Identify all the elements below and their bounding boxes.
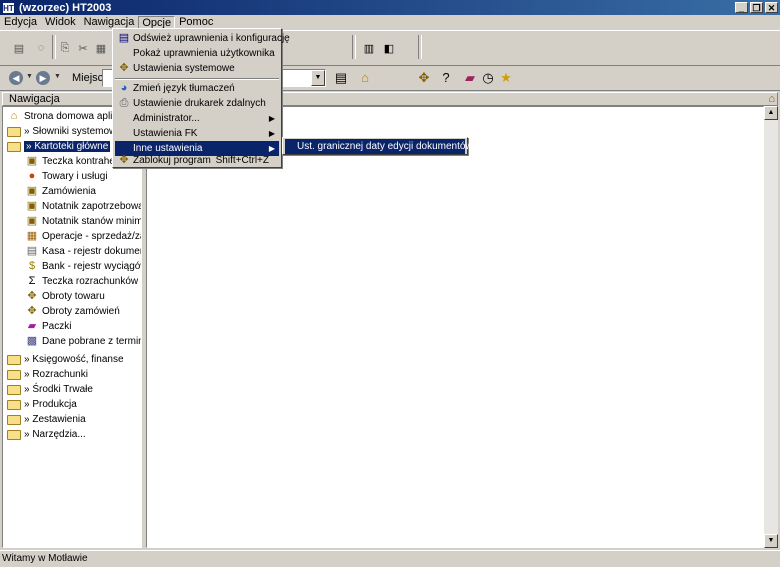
navigation-tree: ⌂ Strona domowa aplikacji » Słowniki syst… <box>2 106 142 548</box>
status-text: Witamy w Motławie <box>2 553 88 564</box>
refresh-permissions-icon: ▤ <box>118 32 130 44</box>
language-icon: ◕ <box>120 82 128 94</box>
menu-item-document-edit-date-limit[interactable]: Ust. granicznej daty edycji dokumentów <box>285 139 473 154</box>
home-icon[interactable]: ⌂ <box>357 70 373 86</box>
tree-item[interactable]: » Słowniki systemowe <box>7 124 122 139</box>
help-icon[interactable]: ? <box>438 70 454 86</box>
menu-edycja[interactable]: Edycja <box>0 16 41 30</box>
minimize-button[interactable]: _ <box>735 2 748 13</box>
forward-icon[interactable]: ▶ <box>36 71 50 85</box>
split-view-icon[interactable]: ◧ <box>380 39 398 57</box>
star-icon[interactable]: ★ <box>498 70 514 86</box>
restore-button[interactable]: ❐ <box>750 2 763 13</box>
properties-icon[interactable]: ▤ <box>10 39 28 57</box>
window-title: (wzorzec) HT2003 <box>19 1 112 14</box>
toolbar-separator <box>352 35 356 59</box>
tree-item[interactable]: » Zestawienia <box>7 412 86 427</box>
tree-item[interactable]: ▣ Notatnik zapotrzebowań <box>25 199 141 214</box>
chevron-down-icon[interactable]: ▼ <box>311 70 325 86</box>
turnover-icon: ✥ <box>27 290 37 302</box>
status-bar: Witamy w Motławie <box>0 550 780 567</box>
operations-icon: ▦ <box>26 230 38 242</box>
home-icon: ⌂ <box>10 110 18 122</box>
folder-open-icon <box>7 141 21 152</box>
forward-dropdown-icon[interactable]: ▼ <box>54 73 61 80</box>
menu-item-change-language[interactable]: ◕ Zmień język tłumaczeń <box>115 81 279 96</box>
lock-program-icon: ✥ <box>119 154 129 166</box>
menu-item-lock-program[interactable]: ✥ Zablokuj program Shift+Ctrl+Z <box>115 153 279 168</box>
scroll-up-icon[interactable]: ▲ <box>764 106 778 120</box>
content-panel <box>146 106 764 548</box>
tree-item[interactable]: ▦Operacje - sprzedaż/zak... <box>25 229 141 244</box>
submenu-arrow-icon: ▶ <box>268 114 275 123</box>
menu-item-fk-settings[interactable]: Ustawienia FK ▶ <box>115 126 279 141</box>
opcje-dropdown-menu: ▤ Odśwież uprawnienia i konfigurację Pok… <box>112 28 290 168</box>
close-button[interactable]: ✕ <box>765 2 778 13</box>
tree-item[interactable]: ▣ Zamówienia <box>25 184 96 199</box>
menu-item-show-permissions[interactable]: Pokaż uprawnienia użytkownika <box>115 46 279 61</box>
tree-item[interactable]: Σ Teczka rozrachunków <box>25 274 139 289</box>
shortcut-text: Shift+Ctrl+Z <box>215 155 269 166</box>
report-icon[interactable]: ▤ <box>333 70 349 86</box>
tree-item[interactable]: » Księgowość, finanse <box>7 352 124 367</box>
folder-icon <box>7 384 21 395</box>
folder-icon <box>7 399 21 410</box>
menu-item-remote-printers[interactable]: ⎙ Ustawienie drukarek zdalnych <box>115 96 279 111</box>
tree-item[interactable]: » Środki Trwałe <box>7 382 93 397</box>
menu-item-administrator[interactable]: Administrator... ▶ <box>115 111 279 126</box>
package-icon: ▰ <box>27 320 37 332</box>
scroll-down-icon[interactable]: ▼ <box>764 534 778 548</box>
tree-item[interactable]: ▰ Paczki <box>25 319 72 334</box>
books-icon[interactable]: ▰ <box>462 70 478 86</box>
folder-icon <box>7 369 21 380</box>
tree-item[interactable]: ✥ Obroty towaru <box>25 289 104 304</box>
system-settings-icon: ✥ <box>119 62 129 74</box>
tree-item[interactable]: » Kartoteki główne <box>7 139 111 154</box>
folder-contacts-icon: ▣ <box>26 155 38 167</box>
other-settings-submenu: Ust. granicznej daty edycji dokumentów <box>282 137 473 155</box>
cut-icon[interactable]: ✂ <box>74 39 92 57</box>
notebook-icon: ▣ <box>26 200 38 212</box>
tree-item[interactable]: ● Towary i usługi <box>25 169 108 184</box>
goods-icon: ● <box>28 170 36 182</box>
folder-icon <box>7 414 21 425</box>
notebook-icon: ▣ <box>26 215 38 227</box>
turnover-icon: ✥ <box>27 305 37 317</box>
tree-item[interactable]: ✥ Obroty zamówień <box>25 304 119 319</box>
tree-item[interactable]: » Rozrachunki <box>7 367 88 382</box>
clock-icon[interactable]: ◷ <box>480 70 496 86</box>
tree-item[interactable]: $Bank - rejestr wyciągów ... <box>25 259 141 274</box>
tree-item[interactable]: » Narzędzia... <box>7 427 86 442</box>
terminal-icon: ▩ <box>26 335 38 347</box>
paste-icon[interactable]: ▦ <box>92 39 110 57</box>
copy-icon[interactable]: ⎘ <box>56 39 74 57</box>
tree-item[interactable]: ▤Kasa - rejestr dokumentó... <box>25 244 141 259</box>
folder-icon <box>7 126 21 137</box>
document-list-icon[interactable]: ▥ <box>360 39 378 57</box>
menu-widok[interactable]: Widok <box>41 16 80 30</box>
printer-icon: ⎙ <box>119 97 129 109</box>
bank-icon: $ <box>28 260 36 272</box>
back-dropdown-icon[interactable]: ▼ <box>26 73 33 80</box>
orders-icon: ▣ <box>26 185 38 197</box>
vertical-scrollbar[interactable]: ▲ ▼ <box>764 106 778 548</box>
toolbar-separator <box>418 35 422 59</box>
submenu-arrow-icon: ▶ <box>268 129 275 138</box>
tree-item[interactable]: » Produkcja <box>7 397 77 412</box>
cash-register-icon: ▤ <box>26 245 38 257</box>
home-icon[interactable]: ⌂ <box>768 93 775 105</box>
tree-item[interactable]: ▩Dane pobrane z terminal... <box>25 334 141 349</box>
folder-icon <box>7 354 21 365</box>
sigma-icon: Σ <box>28 275 36 287</box>
settings-puzzle-icon[interactable]: ✥ <box>416 70 432 86</box>
tree-item[interactable]: ▣Notatnik stanów minimal... <box>25 214 141 229</box>
menu-item-refresh-permissions[interactable]: ▤ Odśwież uprawnienia i konfigurację <box>115 31 290 46</box>
folder-icon <box>7 429 21 440</box>
title-bar: HT (wzorzec) HT2003 _ ❐ ✕ <box>0 0 780 15</box>
new-document-icon[interactable]: ◌ <box>32 39 50 57</box>
menu-separator <box>115 78 279 80</box>
app-logo-icon: HT <box>2 1 15 14</box>
menu-item-system-settings[interactable]: ✥ Ustawienia systemowe <box>115 61 279 76</box>
back-icon[interactable]: ◀ <box>9 71 23 85</box>
